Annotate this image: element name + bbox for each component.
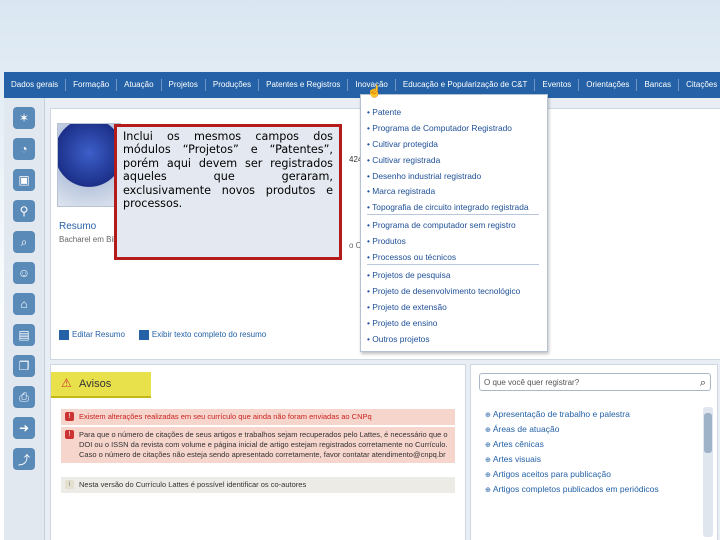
menu-item-cultivar-protegida[interactable]: Cultivar protegida — [367, 139, 438, 149]
full-text-label: Exibir texto completo do resumo — [151, 330, 267, 340]
avisos-title: Avisos — [79, 378, 112, 390]
document-lines-icon — [138, 330, 149, 340]
share-icon[interactable]: ⤴ — [13, 448, 35, 470]
tab-educacao[interactable]: Educação e Popularização de C&T — [396, 79, 536, 91]
document-icon[interactable]: ▤ — [13, 324, 35, 346]
register-item[interactable]: Artigos aceitos para publicação — [485, 467, 659, 482]
tab-producoes[interactable]: Produções — [206, 79, 260, 91]
pointer-cursor-icon: ☝ — [367, 84, 382, 98]
menu-item-patente[interactable]: Patente — [367, 107, 401, 117]
aviso-text: Para que o número de citações de seus ar… — [79, 430, 448, 459]
avisos-header: ⚠ Avisos — [51, 372, 151, 398]
aviso-text: Existem alterações realizadas em seu cur… — [79, 412, 372, 421]
star-icon[interactable]: ✶ — [13, 107, 35, 129]
resumo-text: Bacharel em Bibli — [59, 235, 122, 244]
tab-citacoes[interactable]: Citações — [679, 79, 720, 91]
warning-icon: ⚠ — [61, 376, 72, 390]
avatar — [57, 123, 121, 207]
menu-divider — [367, 264, 539, 265]
alert-icon: ! — [65, 412, 74, 421]
printer-icon[interactable]: ⎙ — [13, 386, 35, 408]
tab-atuacao[interactable]: Atuação — [117, 79, 162, 91]
aviso-text: Nesta versão do Currículo Lattes é possí… — [79, 480, 307, 489]
menu-item-desenho-industrial[interactable]: Desenho industrial registrado — [367, 171, 481, 181]
resumo-actions: Editar Resumo Exibir texto completo do r… — [59, 330, 266, 340]
tab-bancas[interactable]: Bancas — [637, 79, 680, 91]
avisos-panel: ⚠ Avisos ! Existem alterações realizadas… — [50, 364, 466, 540]
edit-icon — [59, 330, 69, 340]
resumo-title: Resumo — [59, 221, 97, 232]
register-scrollbar[interactable] — [703, 407, 713, 537]
register-list: Apresentação de trabalho e palestra Área… — [485, 407, 659, 497]
pie-icon[interactable]: ◔ — [13, 138, 35, 160]
register-panel: O que você quer registrar? ⌕ Apresentaçã… — [470, 364, 718, 540]
pages-icon[interactable]: ❐ — [13, 355, 35, 377]
menu-item-projeto-desenvolvimento[interactable]: Projeto de desenvolvimento tecnológico — [367, 286, 520, 296]
left-toolbar: ✶ ◔ ▣ ⚲ ⌕ ☺ ⌂ ▤ ❐ ⎙ ➜ ⤴ — [4, 98, 45, 540]
search-placeholder: O que você quer registrar? — [484, 378, 580, 387]
aviso-item[interactable]: ! Para que o número de citações de seus … — [61, 427, 455, 463]
menu-item-programa-registrado[interactable]: Programa de Computador Registrado — [367, 123, 512, 133]
building-icon[interactable]: ⌂ — [13, 293, 35, 315]
tab-eventos[interactable]: Eventos — [535, 79, 580, 91]
inovacao-dropdown-menu: Patente Programa de Computador Registrad… — [360, 94, 548, 352]
tab-patentes[interactable]: Patentes e Registros — [259, 79, 349, 91]
person-card-icon[interactable]: ▣ — [13, 169, 35, 191]
menu-item-projeto-extensao[interactable]: Projeto de extensão — [367, 302, 447, 312]
menu-item-projetos-pesquisa[interactable]: Projetos de pesquisa — [367, 270, 450, 280]
search-icon[interactable]: ⌕ — [700, 374, 706, 392]
aviso-item[interactable]: i Nesta versão do Currículo Lattes é pos… — [61, 477, 455, 493]
search-person-icon[interactable]: ⚲ — [13, 200, 35, 222]
scrollbar-thumb[interactable] — [704, 413, 712, 453]
tab-orientacoes[interactable]: Orientações — [579, 79, 638, 91]
head-icon[interactable]: ☺ — [13, 262, 35, 284]
full-text-link[interactable]: Exibir texto completo do resumo — [138, 330, 267, 340]
edit-resumo-link[interactable]: Editar Resumo — [59, 330, 125, 340]
register-item[interactable]: Apresentação de trabalho e palestra — [485, 407, 659, 422]
aviso-item[interactable]: ! Existem alterações realizadas em seu c… — [61, 409, 455, 425]
menu-item-cultivar-registrada[interactable]: Cultivar registrada — [367, 155, 440, 165]
edit-resumo-label: Editar Resumo — [72, 330, 125, 340]
tab-projetos[interactable]: Projetos — [162, 79, 206, 91]
menu-item-outros-projetos[interactable]: Outros projetos — [367, 334, 429, 344]
register-item[interactable]: Artigos completos publicados em periódic… — [485, 482, 659, 497]
register-item[interactable]: Artes visuais — [485, 452, 659, 467]
magnify-icon[interactable]: ⌕ — [13, 231, 35, 253]
register-item[interactable]: Artes cênicas — [485, 437, 659, 452]
menu-item-marca-registrada[interactable]: Marca registrada — [367, 186, 435, 196]
alert-icon: ! — [65, 430, 74, 439]
menu-divider — [367, 214, 539, 215]
menu-item-processos[interactable]: Processos ou técnicos — [367, 252, 456, 262]
tab-formacao[interactable]: Formação — [66, 79, 118, 91]
register-search-input[interactable]: O que você quer registrar? ⌕ — [479, 373, 711, 391]
menu-item-projeto-ensino[interactable]: Projeto de ensino — [367, 318, 437, 328]
menu-item-topografia[interactable]: Topografia de circuito integrado registr… — [367, 202, 528, 212]
tab-dados-gerais[interactable]: Dados gerais — [4, 79, 67, 91]
menu-item-programa-sem-registro[interactable]: Programa de computador sem registro — [367, 220, 515, 230]
export-icon[interactable]: ➜ — [13, 417, 35, 439]
annotation-callout: Inclui os mesmos campos dos módulos “Pro… — [114, 124, 342, 260]
menu-item-produtos[interactable]: Produtos — [367, 236, 406, 246]
info-icon: i — [65, 480, 74, 489]
register-item[interactable]: Áreas de atuação — [485, 422, 659, 437]
